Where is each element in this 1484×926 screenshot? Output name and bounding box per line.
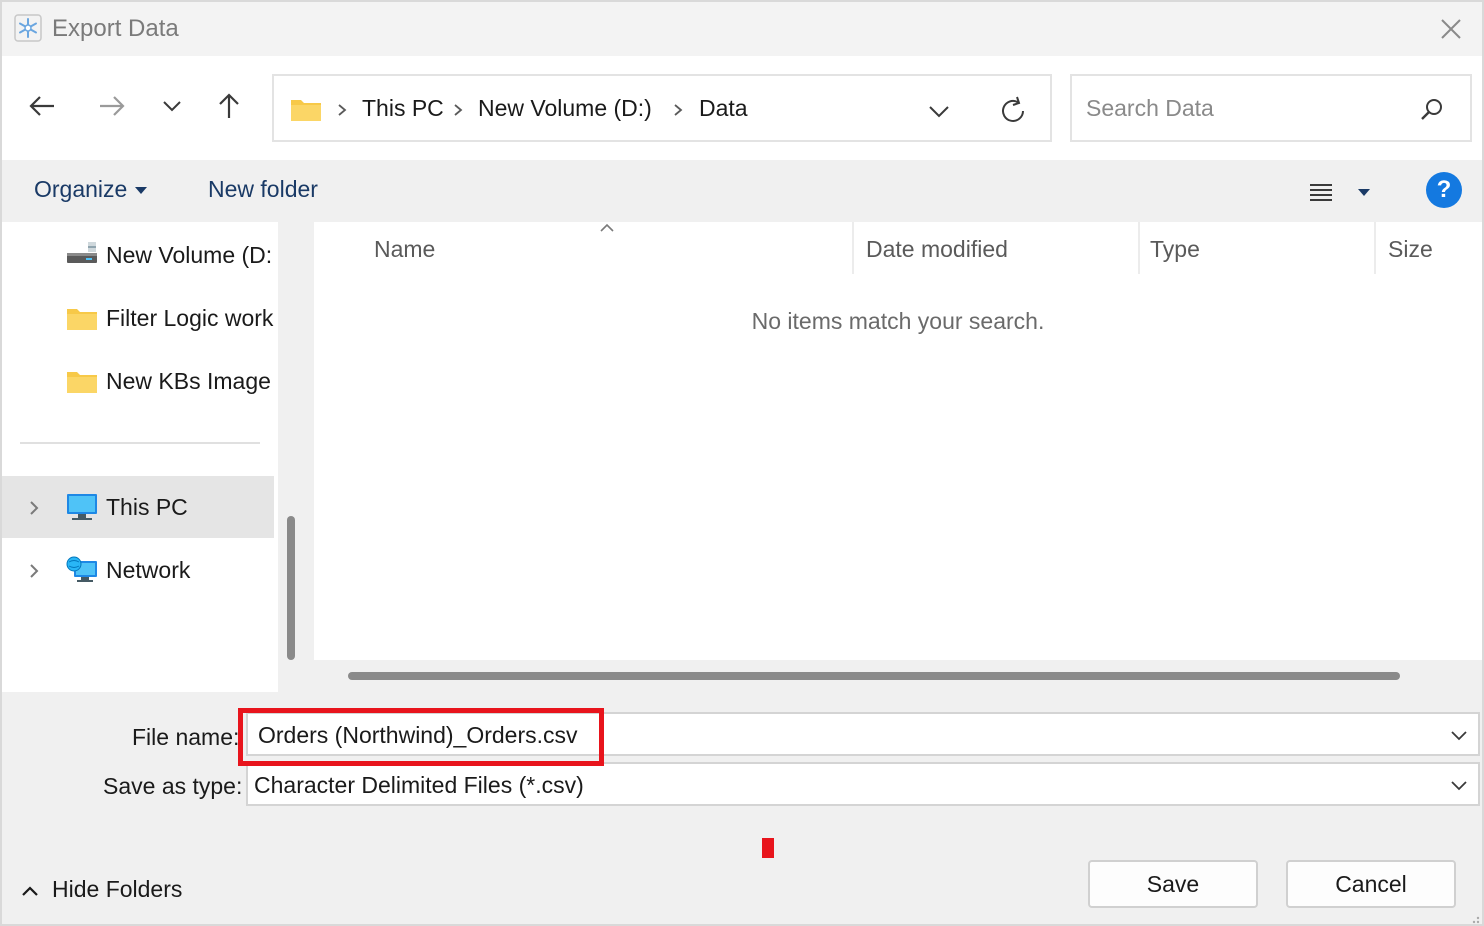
navigation-bar: This PC New Volume (D:) Data	[2, 56, 1482, 160]
title-bar: Export Data	[2, 2, 1482, 56]
sidebar-item-new-kbs-image[interactable]: New KBs Image	[2, 350, 274, 412]
column-separator[interactable]	[1138, 222, 1140, 274]
organize-button[interactable]: Organize	[34, 176, 148, 203]
computer-icon	[67, 494, 97, 520]
column-header-size[interactable]: Size	[1388, 236, 1433, 263]
export-data-dialog: Export Data This PC New Volume (D:) Data…	[0, 0, 1484, 926]
column-header-date-modified[interactable]: Date modified	[866, 236, 1008, 263]
dialog-footer: Hide Folders Save Cancel	[2, 822, 1482, 924]
command-toolbar: Organize New folder ?	[2, 160, 1482, 222]
column-separator[interactable]	[1374, 222, 1376, 274]
refresh-icon[interactable]	[996, 94, 1030, 128]
empty-list-message: No items match your search.	[751, 308, 1045, 334]
window-title: Export Data	[52, 15, 179, 42]
expand-chevron-icon[interactable]	[24, 559, 44, 583]
breadcrumb-chevron-icon	[454, 104, 463, 116]
close-icon	[1441, 19, 1461, 39]
forward-button[interactable]	[92, 86, 132, 126]
file-list-horizontal-scrollbar[interactable]	[314, 660, 1482, 692]
hide-folders-label: Hide Folders	[52, 876, 183, 902]
sidebar-item-label: Network	[106, 557, 191, 583]
breadcrumb-chevron-icon	[674, 104, 683, 116]
snowflake-icon	[14, 14, 42, 42]
sidebar-item-label: New KBs Image	[106, 368, 271, 394]
sidebar-scrollbar-thumb[interactable]	[287, 516, 295, 660]
new-folder-button[interactable]: New folder	[208, 176, 318, 203]
chevron-up-icon	[22, 886, 38, 896]
horizontal-scrollbar-thumb[interactable]	[348, 672, 1400, 680]
sidebar-item-label: This PC	[106, 494, 188, 520]
chevron-down-icon	[163, 101, 181, 112]
folder-icon	[67, 372, 97, 393]
resize-grip-icon[interactable]	[1468, 912, 1480, 924]
sidebar-item-new-volume[interactable]: New Volume (D:	[2, 224, 274, 286]
sidebar-item-label: Filter Logic work	[106, 305, 274, 331]
expand-chevron-icon[interactable]	[24, 496, 44, 520]
organize-label: Organize	[34, 176, 128, 202]
up-button[interactable]	[209, 86, 249, 126]
file-name-label: File name:	[132, 724, 240, 750]
back-button[interactable]	[22, 86, 62, 126]
save-as-type-select[interactable]: Character Delimited Files (*.csv)	[246, 762, 1480, 806]
breadcrumb-new-volume[interactable]: New Volume (D:)	[478, 95, 652, 122]
folder-icon	[291, 100, 321, 121]
sidebar-item-network[interactable]: Network	[2, 539, 274, 601]
column-header-type[interactable]: Type	[1150, 236, 1200, 263]
search-icon[interactable]	[1418, 96, 1446, 124]
file-list: Name Date modified Type Size No items ma…	[314, 222, 1482, 660]
cancel-button[interactable]: Cancel	[1286, 860, 1456, 908]
breadcrumb-data[interactable]: Data	[699, 95, 748, 122]
arrow-left-icon	[29, 96, 54, 116]
hide-folders-button[interactable]: Hide Folders	[20, 876, 182, 903]
sidebar-scrollbar[interactable]	[278, 222, 306, 692]
recent-locations-button[interactable]	[152, 86, 192, 126]
sidebar-item-filter-logic[interactable]: Filter Logic work	[2, 287, 274, 349]
column-header-name[interactable]: Name	[374, 236, 435, 263]
sidebar-divider	[20, 442, 260, 444]
chevron-down-icon[interactable]	[1448, 774, 1470, 796]
list-view-icon[interactable]	[1302, 176, 1338, 208]
save-options-form: File name: Save as type: Character Delim…	[2, 692, 1482, 822]
network-icon	[66, 556, 97, 582]
sidebar-item-this-pc[interactable]: This PC	[2, 476, 274, 538]
save-as-type-label: Save as type:	[103, 773, 243, 799]
address-history-chevron-icon[interactable]	[924, 96, 954, 126]
search-input[interactable]	[1086, 90, 1406, 126]
close-button[interactable]	[1434, 12, 1468, 46]
sort-ascending-icon	[600, 223, 614, 232]
view-options-caret-icon[interactable]	[1352, 180, 1376, 204]
chevron-down-icon[interactable]	[1448, 724, 1470, 746]
save-button[interactable]: Save	[1088, 860, 1258, 908]
sidebar-item-label: New Volume (D:	[106, 242, 273, 268]
breadcrumb-this-pc[interactable]: This PC	[362, 95, 444, 122]
column-separator[interactable]	[852, 222, 854, 274]
arrow-up-icon	[219, 93, 239, 118]
red-marker-annotation	[762, 838, 774, 858]
file-name-input[interactable]	[258, 720, 1418, 750]
file-name-combobox[interactable]	[246, 712, 1480, 756]
drive-icon	[67, 242, 97, 263]
help-button[interactable]: ?	[1426, 172, 1462, 208]
arrow-right-icon	[100, 96, 125, 116]
save-as-type-value: Character Delimited Files (*.csv)	[254, 772, 584, 798]
navigation-pane: New Volume (D: Filter Logic work New KBs…	[2, 222, 278, 692]
caret-down-icon	[135, 186, 148, 194]
folder-icon	[67, 309, 97, 330]
search-box[interactable]	[1070, 74, 1472, 142]
address-bar[interactable]: This PC New Volume (D:) Data	[272, 74, 1052, 142]
breadcrumb-chevron-icon	[338, 104, 347, 116]
